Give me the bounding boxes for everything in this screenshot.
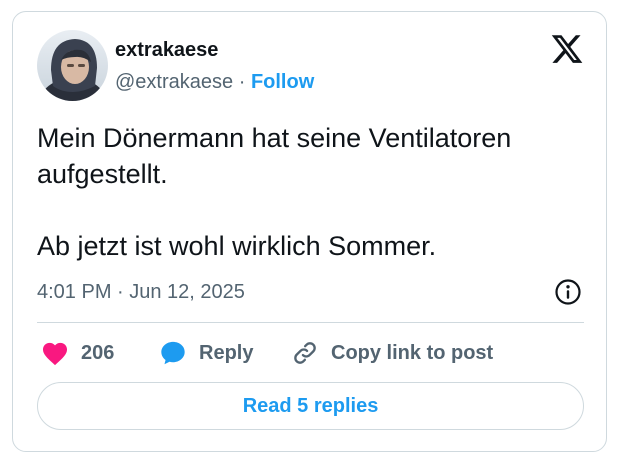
divider	[37, 322, 584, 323]
display-name[interactable]: extrakaese	[115, 38, 218, 62]
avatar-image	[37, 30, 108, 101]
like-count: 206	[81, 341, 115, 364]
copy-link-label: Copy link to post	[331, 341, 494, 364]
handle-separator: ·	[238, 71, 246, 93]
heart-icon	[42, 342, 68, 366]
follow-button[interactable]: Follow	[251, 71, 314, 93]
tweet-text-line-2: Ab jetzt ist wohl wirklich Sommer.	[37, 231, 437, 261]
user-handle[interactable]: @extrakaese	[115, 71, 233, 93]
handle-line: @extrakaese · Follow	[115, 70, 314, 94]
reply-label: Reply	[199, 341, 254, 364]
x-logo-icon[interactable]	[550, 32, 584, 66]
like-button[interactable]: 206	[41, 338, 114, 368]
info-icon[interactable]	[554, 278, 582, 306]
timestamp[interactable]: 4:01 PM · Jun 12, 2025	[37, 280, 245, 304]
tweet-text-line-1: Mein Dönermann hat seine Ventilatoren au…	[37, 123, 512, 189]
link-icon	[294, 342, 316, 364]
reply-button[interactable]: Reply	[159, 338, 253, 368]
action-bar: 206 Reply Copy link to post	[37, 338, 584, 368]
avatar[interactable]	[37, 30, 108, 101]
tweet-card: extrakaese @extrakaese · Follow Mein Dön…	[12, 11, 607, 452]
tweet-text: Mein Dönermann hat seine Ventilatoren au…	[37, 120, 587, 264]
speech-bubble-icon	[161, 341, 185, 365]
read-replies-button[interactable]: Read 5 replies	[37, 382, 584, 430]
copy-link-button[interactable]: Copy link to post	[291, 338, 493, 368]
